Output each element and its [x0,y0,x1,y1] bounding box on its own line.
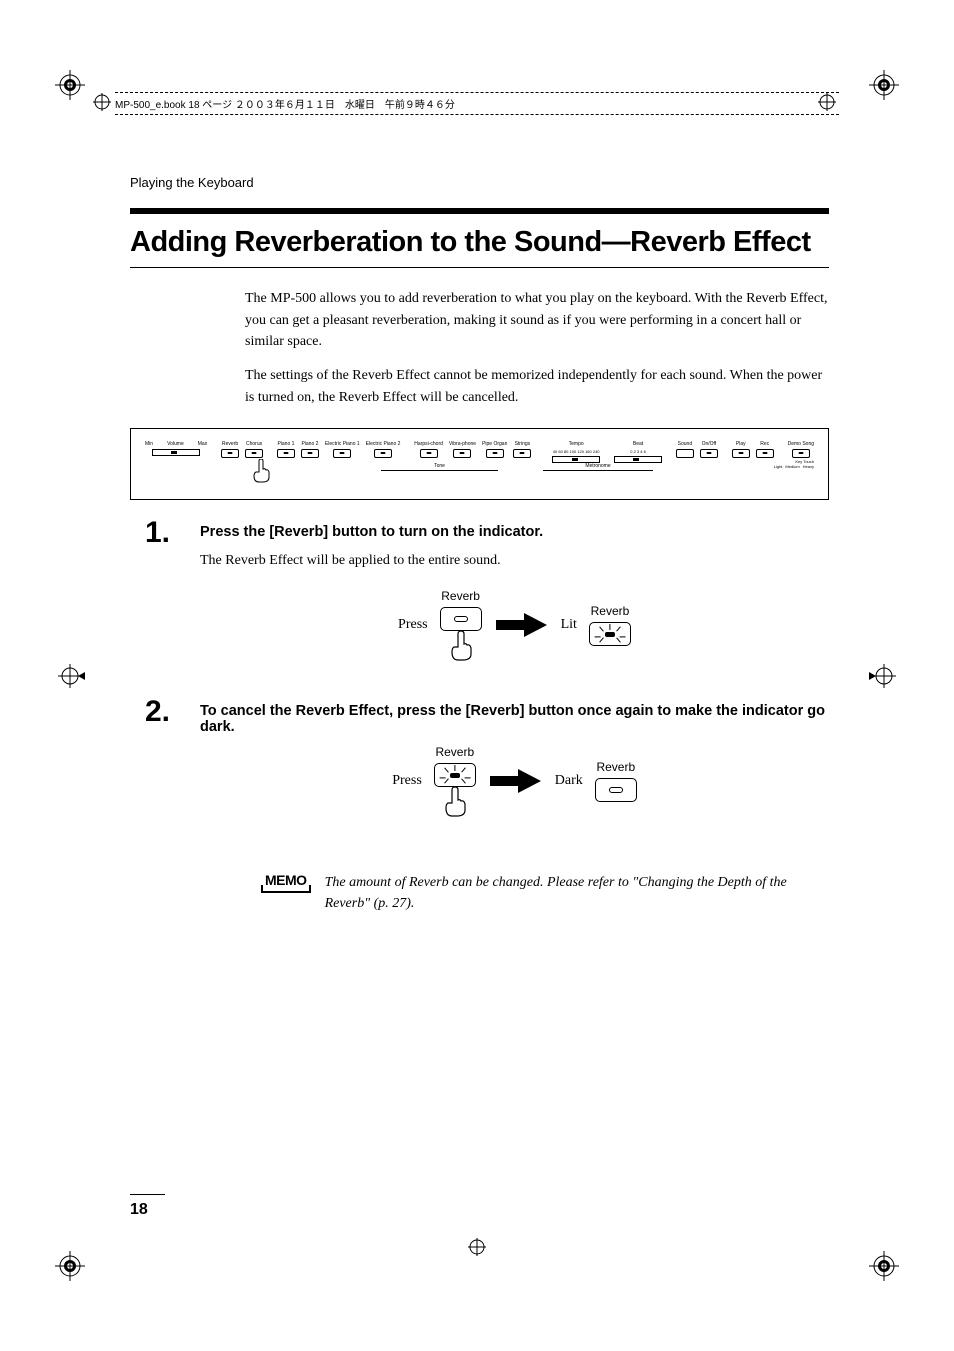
fig2-left-top: Reverb [435,745,474,759]
header-reg-left [93,93,111,116]
fig1-left-top: Reverb [441,589,480,603]
step-2-figure: Press Reverb Dark Reverb [200,745,829,817]
reg-mark-bottom [468,1238,486,1261]
intro-p1: The MP-500 allows you to add reverberati… [245,288,829,353]
arrow-right-icon [488,766,543,796]
fig2-right-top: Reverb [596,760,635,774]
step-1-figure: Press Reverb Lit Reverb [200,589,829,661]
hand-press-icon [442,787,468,817]
crop-mark-ml [55,661,85,691]
panel-piano2: Piano 2 [301,441,319,458]
control-panel-diagram: MinVolumeMax Reverb Chorus Piano 1 Piano… [130,428,829,500]
panel-harpsichord: Harpsi-chord [414,441,443,458]
title-rule-bottom [130,267,829,268]
panel-vibraphone: Vibra-phone [449,441,476,458]
breadcrumb: Playing the Keyboard [130,175,829,190]
panel-play: Play [732,441,750,458]
reverb-button-lit-icon [434,763,476,787]
fig2-press-label: Press [392,773,422,789]
panel-tempo: Tempo 40 60 80 100 120 160 240 [552,441,600,463]
step-1-heading: Press the [Reverb] button to turn on the… [200,524,829,540]
panel-epiano2: Electric Piano 2 [366,441,401,458]
crop-mark-bl [55,1251,85,1281]
panel-beat: Beat 0 2 3 4 6 [614,441,662,463]
crop-mark-tr [869,70,899,100]
fig1-press-label: Press [398,617,428,633]
step-1-text: The Reverb Effect will be applied to the… [200,550,829,571]
panel-sound: Sound [676,441,694,458]
memo-block: MEMO The amount of Reverb can be changed… [265,872,829,914]
panel-strings: Strings [513,441,531,458]
panel-epiano1: Electric Piano 1 [325,441,360,458]
reverb-button-off-icon [595,778,637,802]
panel-hand-icon [251,459,271,485]
panel-volume: MinVolumeMax [145,441,207,456]
fig2-dark-label: Dark [555,773,583,789]
panel-pipeorgan: Pipe Organ [482,441,507,458]
panel-onoff: On/Off [700,441,718,458]
fig1-right-top: Reverb [591,604,630,618]
page-number: 18 [130,1194,165,1219]
panel-demo: Demo Song [788,441,814,458]
panel-chorus: Chorus [245,441,263,458]
memo-text: The amount of Reverb can be changed. Ple… [325,872,829,914]
panel-piano1: Piano 1 [277,441,295,458]
crop-mark-tl [55,70,85,100]
crop-mark-mr [869,661,899,691]
page-title: Adding Reverberation to the Sound—Reverb… [130,226,829,259]
step-1: 1. Press the [Reverb] button to turn on … [130,518,829,691]
reverb-button-off-icon [440,607,482,631]
crop-mark-br [869,1251,899,1281]
step-2: 2. To cancel the Reverb Effect, press th… [130,697,829,847]
step-1-number: 1. [130,518,200,548]
title-rule-top [130,208,829,214]
step-2-number: 2. [130,697,200,727]
panel-rec: Rec [756,441,774,458]
intro-text: The MP-500 allows you to add reverberati… [245,288,829,408]
header-running-text: MP-500_e.book 18 ページ ２００３年６月１１日 水曜日 午前９時… [115,96,839,117]
intro-p2: The settings of the Reverb Effect cannot… [245,365,829,408]
reverb-button-lit-icon [589,622,631,646]
arrow-right-icon [494,610,549,640]
hand-press-icon [448,631,474,661]
panel-reverb: Reverb [221,441,239,458]
header-text: MP-500_e.book 18 ページ ２００３年６月１１日 水曜日 午前９時… [115,100,455,111]
step-2-heading: To cancel the Reverb Effect, press the [… [200,703,829,735]
fig1-lit-label: Lit [561,617,577,633]
memo-icon: MEMO [265,872,307,891]
